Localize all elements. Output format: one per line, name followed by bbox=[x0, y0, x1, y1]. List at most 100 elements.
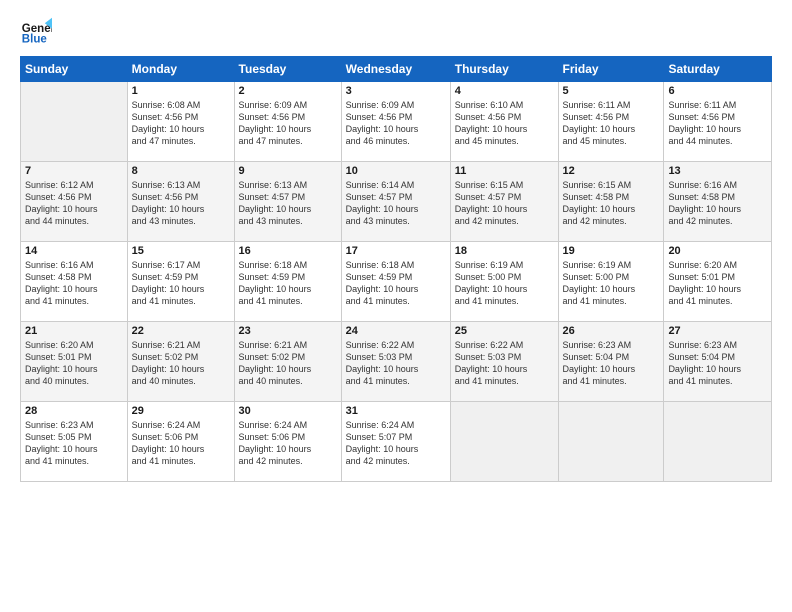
day-number: 21 bbox=[25, 325, 123, 337]
day-number: 4 bbox=[455, 85, 554, 97]
weekday-header: Thursday bbox=[450, 57, 558, 82]
calendar-cell: 16 Sunrise: 6:18 AM Sunset: 4:59 PM Dayli… bbox=[234, 242, 341, 322]
day-info: Sunrise: 6:16 AM Sunset: 4:58 PM Dayligh… bbox=[668, 179, 767, 228]
day-info: Sunrise: 6:21 AM Sunset: 5:02 PM Dayligh… bbox=[132, 339, 230, 388]
calendar-cell: 8 Sunrise: 6:13 AM Sunset: 4:56 PM Daylig… bbox=[127, 162, 234, 242]
calendar-cell: 27 Sunrise: 6:23 AM Sunset: 5:04 PM Dayli… bbox=[664, 322, 772, 402]
calendar-cell: 10 Sunrise: 6:14 AM Sunset: 4:57 PM Dayli… bbox=[341, 162, 450, 242]
day-info: Sunrise: 6:23 AM Sunset: 5:04 PM Dayligh… bbox=[668, 339, 767, 388]
day-info: Sunrise: 6:23 AM Sunset: 5:05 PM Dayligh… bbox=[25, 419, 123, 468]
day-number: 18 bbox=[455, 245, 554, 257]
calendar-cell: 3 Sunrise: 6:09 AM Sunset: 4:56 PM Daylig… bbox=[341, 82, 450, 162]
day-number: 9 bbox=[239, 165, 337, 177]
calendar-week-row: 14Sunrise: 6:16 AM Sunset: 4:58 PM Dayli… bbox=[21, 242, 772, 322]
calendar-cell: 30 Sunrise: 6:24 AM Sunset: 5:06 PM Dayli… bbox=[234, 402, 341, 482]
day-info: Sunrise: 6:13 AM Sunset: 4:56 PM Dayligh… bbox=[132, 179, 230, 228]
calendar-cell: 25 Sunrise: 6:22 AM Sunset: 5:03 PM Dayli… bbox=[450, 322, 558, 402]
calendar-cell: 26Sunrise: 6:23 AM Sunset: 5:04 PM Dayli… bbox=[558, 322, 664, 402]
day-info: Sunrise: 6:18 AM Sunset: 4:59 PM Dayligh… bbox=[346, 259, 446, 308]
day-number: 6 bbox=[668, 85, 767, 97]
day-info: Sunrise: 6:21 AM Sunset: 5:02 PM Dayligh… bbox=[239, 339, 337, 388]
day-number: 14 bbox=[25, 245, 123, 257]
day-number: 13 bbox=[668, 165, 767, 177]
calendar-cell: 19 Sunrise: 6:19 AM Sunset: 5:00 PM Dayli… bbox=[558, 242, 664, 322]
calendar-cell: 14Sunrise: 6:16 AM Sunset: 4:58 PM Dayli… bbox=[21, 242, 128, 322]
calendar-cell: 18 Sunrise: 6:19 AM Sunset: 5:00 PM Dayli… bbox=[450, 242, 558, 322]
calendar-cell: 5 Sunrise: 6:11 AM Sunset: 4:56 PM Daylig… bbox=[558, 82, 664, 162]
day-info: Sunrise: 6:14 AM Sunset: 4:57 PM Dayligh… bbox=[346, 179, 446, 228]
day-info: Sunrise: 6:20 AM Sunset: 5:01 PM Dayligh… bbox=[668, 259, 767, 308]
day-info: Sunrise: 6:10 AM Sunset: 4:56 PM Dayligh… bbox=[455, 99, 554, 148]
day-number: 22 bbox=[132, 325, 230, 337]
day-info: Sunrise: 6:12 AM Sunset: 4:56 PM Dayligh… bbox=[25, 179, 123, 228]
day-number: 10 bbox=[346, 165, 446, 177]
calendar-page: General Blue SundayMondayTuesdayWednesda… bbox=[0, 0, 792, 612]
day-number: 15 bbox=[132, 245, 230, 257]
day-number: 31 bbox=[346, 405, 446, 417]
calendar-cell: 11 Sunrise: 6:15 AM Sunset: 4:57 PM Dayli… bbox=[450, 162, 558, 242]
calendar-cell: 24 Sunrise: 6:22 AM Sunset: 5:03 PM Dayli… bbox=[341, 322, 450, 402]
day-number: 24 bbox=[346, 325, 446, 337]
day-info: Sunrise: 6:09 AM Sunset: 4:56 PM Dayligh… bbox=[346, 99, 446, 148]
day-number: 7 bbox=[25, 165, 123, 177]
day-info: Sunrise: 6:11 AM Sunset: 4:56 PM Dayligh… bbox=[563, 99, 660, 148]
calendar-cell: 7 Sunrise: 6:12 AM Sunset: 4:56 PM Daylig… bbox=[21, 162, 128, 242]
calendar-cell: 1Sunrise: 6:08 AM Sunset: 4:56 PM Daylig… bbox=[127, 82, 234, 162]
day-number: 8 bbox=[132, 165, 230, 177]
day-info: Sunrise: 6:15 AM Sunset: 4:58 PM Dayligh… bbox=[563, 179, 660, 228]
logo: General Blue bbox=[20, 16, 54, 48]
day-info: Sunrise: 6:09 AM Sunset: 4:56 PM Dayligh… bbox=[239, 99, 337, 148]
weekday-header-row: SundayMondayTuesdayWednesdayThursdayFrid… bbox=[21, 57, 772, 82]
day-info: Sunrise: 6:17 AM Sunset: 4:59 PM Dayligh… bbox=[132, 259, 230, 308]
day-number: 29 bbox=[132, 405, 230, 417]
calendar-cell bbox=[450, 402, 558, 482]
weekday-header: Friday bbox=[558, 57, 664, 82]
calendar-cell: 15 Sunrise: 6:17 AM Sunset: 4:59 PM Dayli… bbox=[127, 242, 234, 322]
weekday-header: Monday bbox=[127, 57, 234, 82]
calendar-week-row: 21 Sunrise: 6:20 AM Sunset: 5:01 PM Dayli… bbox=[21, 322, 772, 402]
day-number: 30 bbox=[239, 405, 337, 417]
day-info: Sunrise: 6:24 AM Sunset: 5:06 PM Dayligh… bbox=[132, 419, 230, 468]
day-info: Sunrise: 6:11 AM Sunset: 4:56 PM Dayligh… bbox=[668, 99, 767, 148]
day-number: 19 bbox=[563, 245, 660, 257]
calendar-week-row: 7 Sunrise: 6:12 AM Sunset: 4:56 PM Daylig… bbox=[21, 162, 772, 242]
day-info: Sunrise: 6:24 AM Sunset: 5:07 PM Dayligh… bbox=[346, 419, 446, 468]
day-info: Sunrise: 6:15 AM Sunset: 4:57 PM Dayligh… bbox=[455, 179, 554, 228]
day-number: 28 bbox=[25, 405, 123, 417]
day-info: Sunrise: 6:23 AM Sunset: 5:04 PM Dayligh… bbox=[563, 339, 660, 388]
calendar-week-row: 28 Sunrise: 6:23 AM Sunset: 5:05 PM Dayli… bbox=[21, 402, 772, 482]
calendar-cell: 20 Sunrise: 6:20 AM Sunset: 5:01 PM Dayli… bbox=[664, 242, 772, 322]
day-number: 11 bbox=[455, 165, 554, 177]
day-info: Sunrise: 6:20 AM Sunset: 5:01 PM Dayligh… bbox=[25, 339, 123, 388]
day-info: Sunrise: 6:13 AM Sunset: 4:57 PM Dayligh… bbox=[239, 179, 337, 228]
calendar-cell: 17 Sunrise: 6:18 AM Sunset: 4:59 PM Dayli… bbox=[341, 242, 450, 322]
svg-text:Blue: Blue bbox=[22, 34, 48, 46]
calendar-cell: 29 Sunrise: 6:24 AM Sunset: 5:06 PM Dayli… bbox=[127, 402, 234, 482]
day-number: 25 bbox=[455, 325, 554, 337]
day-number: 3 bbox=[346, 85, 446, 97]
calendar-cell: 31 Sunrise: 6:24 AM Sunset: 5:07 PM Dayli… bbox=[341, 402, 450, 482]
calendar-cell: 2Sunrise: 6:09 AM Sunset: 4:56 PM Daylig… bbox=[234, 82, 341, 162]
logo-icon: General Blue bbox=[20, 16, 52, 48]
calendar-cell: 9 Sunrise: 6:13 AM Sunset: 4:57 PM Daylig… bbox=[234, 162, 341, 242]
weekday-header: Tuesday bbox=[234, 57, 341, 82]
day-number: 17 bbox=[346, 245, 446, 257]
day-number: 20 bbox=[668, 245, 767, 257]
day-info: Sunrise: 6:18 AM Sunset: 4:59 PM Dayligh… bbox=[239, 259, 337, 308]
day-info: Sunrise: 6:24 AM Sunset: 5:06 PM Dayligh… bbox=[239, 419, 337, 468]
weekday-header: Sunday bbox=[21, 57, 128, 82]
calendar-cell: 6 Sunrise: 6:11 AM Sunset: 4:56 PM Daylig… bbox=[664, 82, 772, 162]
day-number: 16 bbox=[239, 245, 337, 257]
day-number: 27 bbox=[668, 325, 767, 337]
day-info: Sunrise: 6:22 AM Sunset: 5:03 PM Dayligh… bbox=[455, 339, 554, 388]
weekday-header: Saturday bbox=[664, 57, 772, 82]
day-number: 5 bbox=[563, 85, 660, 97]
calendar-cell: 22 Sunrise: 6:21 AM Sunset: 5:02 PM Dayli… bbox=[127, 322, 234, 402]
calendar-cell: 12Sunrise: 6:15 AM Sunset: 4:58 PM Dayli… bbox=[558, 162, 664, 242]
day-info: Sunrise: 6:22 AM Sunset: 5:03 PM Dayligh… bbox=[346, 339, 446, 388]
day-info: Sunrise: 6:19 AM Sunset: 5:00 PM Dayligh… bbox=[563, 259, 660, 308]
weekday-header: Wednesday bbox=[341, 57, 450, 82]
day-info: Sunrise: 6:19 AM Sunset: 5:00 PM Dayligh… bbox=[455, 259, 554, 308]
day-number: 23 bbox=[239, 325, 337, 337]
calendar-cell bbox=[21, 82, 128, 162]
